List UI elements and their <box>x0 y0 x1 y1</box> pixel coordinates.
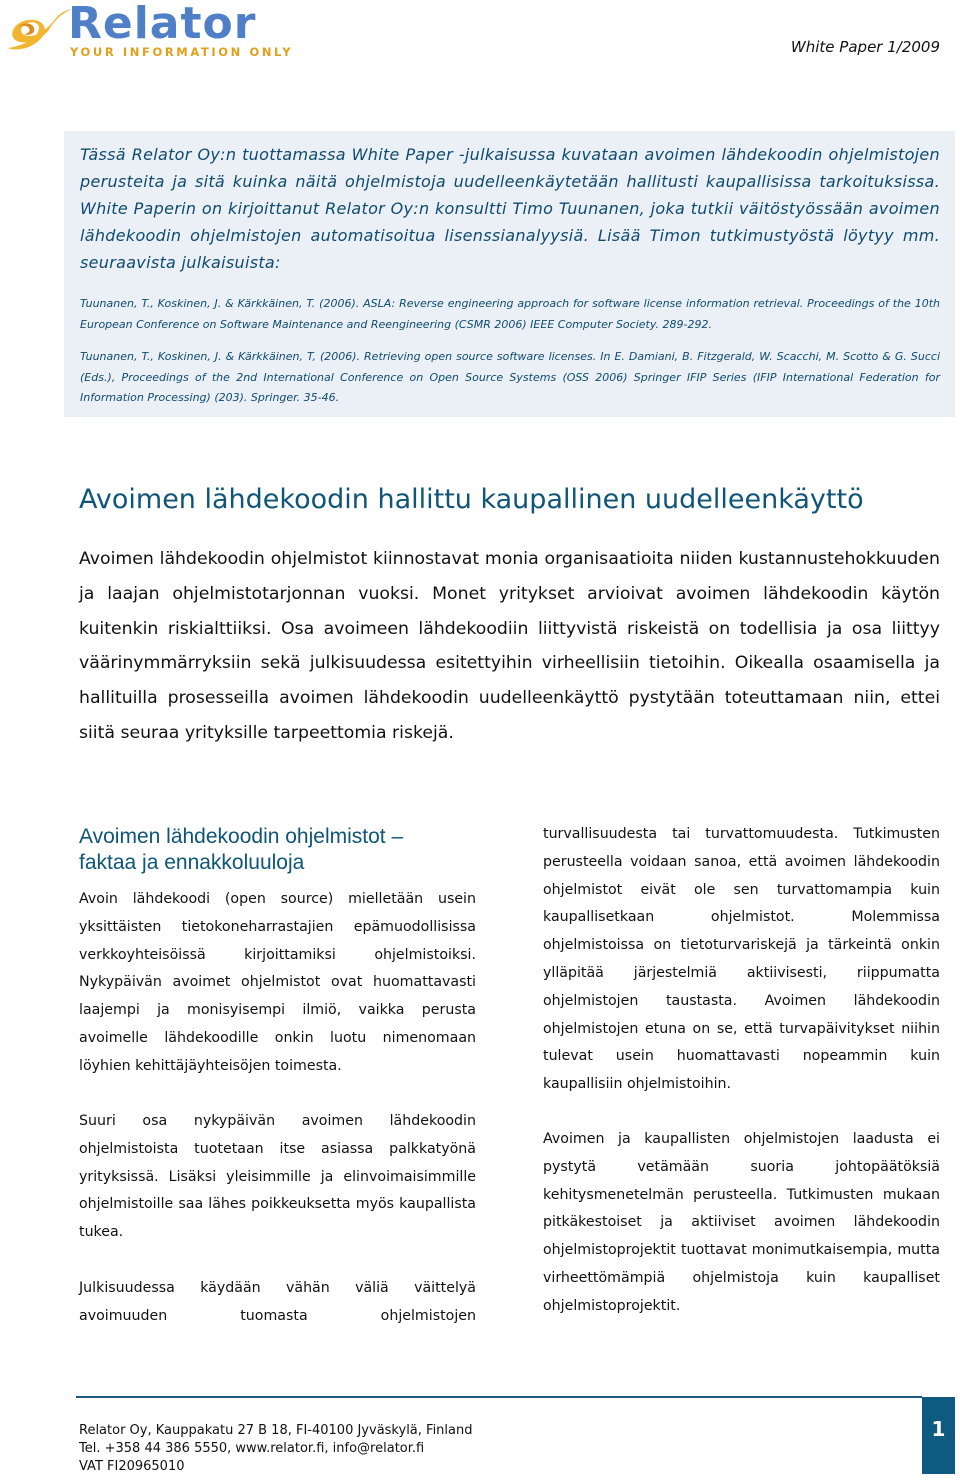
footer-vat: VAT FI20965010 <box>79 1459 185 1474</box>
reference-item: Tuunanen, T., Koskinen, J. & Kärkkäinen,… <box>80 350 940 404</box>
page-number-box: 1 <box>922 1397 955 1474</box>
swirl-logo-icon <box>8 9 72 50</box>
left-column-paragraph: Avoin lähdekoodi (open source) mielletää… <box>79 891 476 1074</box>
intro-text: Tässä Relator Oy:n tuottamassa White Pap… <box>80 145 940 272</box>
logo-name: Relator <box>68 0 257 49</box>
footer-address: Relator Oy, Kauppakatu 27 B 18, FI-40100… <box>79 1423 473 1438</box>
section-heading: Avoimen lähdekoodin ohjelmistot – faktaa… <box>79 824 403 876</box>
lead-paragraph: Avoimen lähdekoodin ohjelmistot kiinnost… <box>79 549 940 743</box>
page-number: 1 <box>931 1417 946 1441</box>
footer-divider <box>76 1396 922 1398</box>
document-label: White Paper 1/2009 <box>790 38 940 56</box>
section-heading-line1: Avoimen lähdekoodin ohjelmistot – <box>79 825 404 848</box>
page-title: Avoimen lähdekoodin hallittu kaupallinen… <box>79 484 864 515</box>
section-heading-line2: faktaa ja ennakkoluuloja <box>79 851 305 874</box>
right-column-paragraph: Avoimen ja kaupallisten ohjelmistojen la… <box>543 1131 940 1314</box>
logo-tagline: YOUR INFORMATION ONLY <box>70 45 294 59</box>
reference-item: Tuunanen, T., Koskinen, J. & Kärkkäinen,… <box>80 297 940 331</box>
company-logo: Relator YOUR INFORMATION ONLY <box>4 0 314 62</box>
footer-contact: Relator Oy, Kauppakatu 27 B 18, FI-40100… <box>79 1422 473 1476</box>
left-column-paragraph: Julkisuudessa käydään vähän väliä väitte… <box>79 1280 476 1324</box>
left-column-paragraph: Suuri osa nykypäivän avoimen lähdekoodin… <box>79 1113 476 1241</box>
right-column-paragraph: turvallisuudesta tai turvattomuudesta. T… <box>543 826 940 1093</box>
footer-phone-web-email: Tel. +358 44 386 5550, www.relator.fi, i… <box>79 1441 425 1456</box>
